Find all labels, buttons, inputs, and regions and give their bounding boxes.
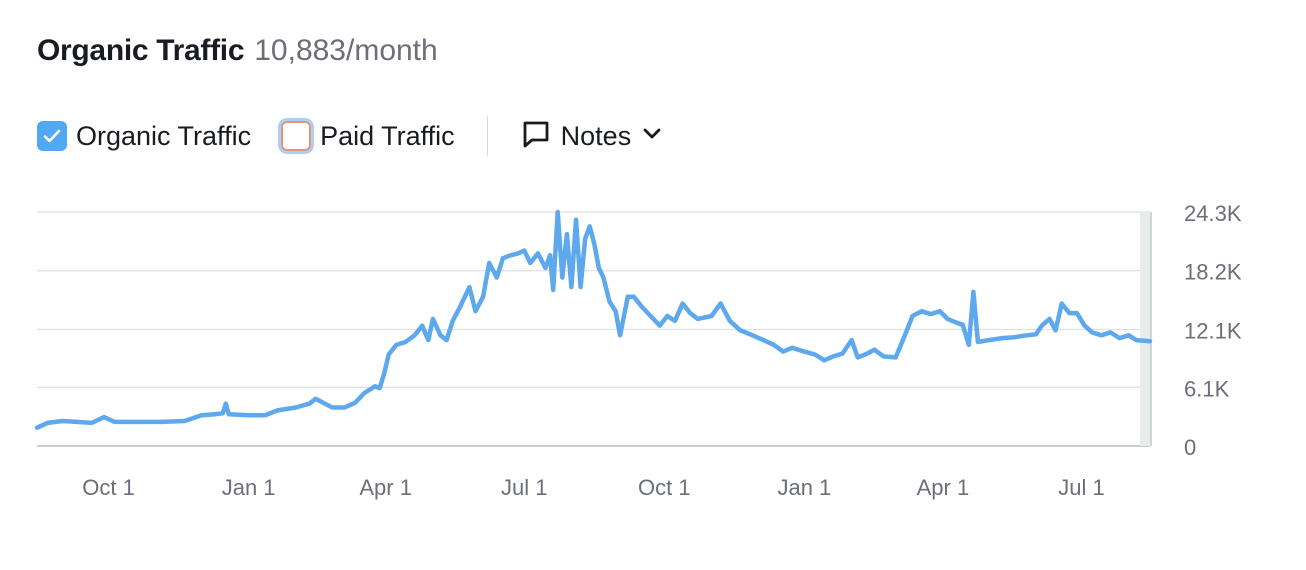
notes-dropdown[interactable]: Notes (521, 119, 662, 154)
x-tick-label: Jul 1 (1058, 475, 1104, 500)
organic-traffic-line (34, 209, 1153, 430)
chart-controls: Organic Traffic Paid Traffic Notes (37, 116, 661, 156)
check-icon[interactable] (37, 121, 67, 151)
notes-label: Notes (560, 120, 632, 151)
y-tick-label: 0 (1184, 435, 1196, 460)
legend-paid-traffic[interactable]: Paid Traffic (281, 121, 455, 152)
y-tick-label: 18.2K (1184, 260, 1242, 285)
chart-header: Organic Traffic 10,883/month (37, 34, 438, 68)
legend-organic-traffic[interactable]: Organic Traffic (37, 121, 251, 152)
controls-divider (486, 116, 488, 156)
chevron-down-icon (643, 127, 661, 145)
legend-organic-label: Organic Traffic (76, 120, 252, 151)
y-tick-label: 12.1K (1184, 318, 1242, 343)
traffic-chart: 0 6.1K 12.1K 18.2K 24.3K Oct 1 Jan 1 Apr 1 Jul 1… (34, 201, 1242, 500)
chart-title: Organic Traffic (37, 34, 245, 67)
current-period-band (1140, 212, 1151, 446)
x-tick-label: Apr 1 (917, 475, 970, 500)
x-tick-label: Oct 1 (638, 475, 691, 500)
unchecked-box-icon[interactable] (281, 121, 312, 151)
x-tick-label: Jan 1 (222, 475, 276, 500)
x-tick-label: Jan 1 (777, 475, 831, 500)
y-tick-label: 6.1K (1184, 376, 1230, 401)
comment-icon (521, 119, 551, 154)
x-tick-label: Oct 1 (82, 475, 135, 500)
legend-paid-label: Paid Traffic (320, 120, 455, 151)
y-tick-label: 24.3K (1184, 201, 1242, 226)
x-tick-label: Jul 1 (501, 475, 547, 500)
x-tick-label: Apr 1 (359, 475, 412, 500)
traffic-per-month: 10,883/month (254, 34, 438, 67)
